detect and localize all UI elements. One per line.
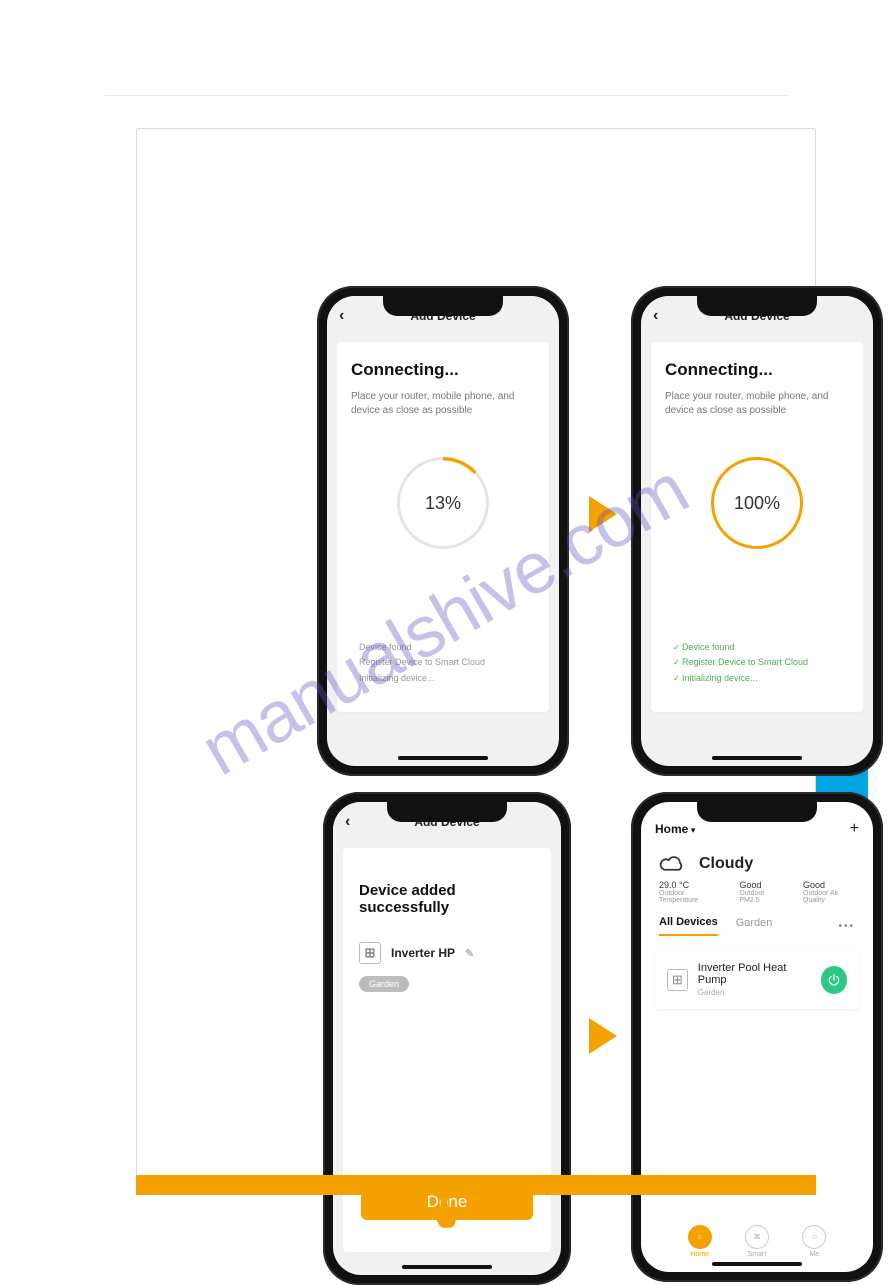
weather-label: Cloudy — [699, 855, 753, 873]
tap-hand-icon — [434, 1196, 460, 1230]
progress-steps: Device found Register Device to Smart Cl… — [359, 640, 535, 686]
weather-row: Cloudy — [641, 844, 873, 876]
back-icon[interactable]: ‹ — [339, 307, 344, 325]
smart-icon: ⌘ — [745, 1225, 769, 1249]
metric-pm-label: Outdoor PM2.5 — [739, 890, 781, 904]
connecting-subtext: Place your router, mobile phone, and dev… — [665, 390, 849, 418]
metric-air-value: Good — [803, 880, 855, 890]
device-name: Inverter HP — [391, 946, 455, 960]
step-register-cloud: Register Device to Smart Cloud — [359, 655, 535, 670]
phone-notch — [387, 800, 507, 822]
device-icon — [667, 969, 688, 991]
step-initializing: Initializing device... — [673, 671, 849, 686]
progress-steps: Device found Register Device to Smart Cl… — [673, 640, 849, 686]
back-icon[interactable]: ‹ — [653, 307, 658, 325]
tabbar-home[interactable]: ⌂ Home — [688, 1225, 712, 1258]
edit-icon[interactable]: ✎ — [465, 947, 474, 960]
progress-ring: 13% — [397, 457, 489, 549]
room-chip[interactable]: Garden — [359, 976, 409, 992]
phone-notch — [383, 294, 503, 316]
step-initializing: Initializing device... — [359, 671, 535, 686]
phone-mock-connecting-13: ‹ Add Device Connecting... Place your ro… — [317, 286, 569, 776]
weather-metrics: 29.0 °C Outdoor Temperature Good Outdoor… — [641, 876, 873, 912]
device-card[interactable]: Inverter Pool Heat Pump Garden — [655, 950, 859, 1009]
connecting-heading: Connecting... — [665, 360, 849, 380]
tab-all-devices[interactable]: All Devices — [659, 916, 718, 936]
success-heading: Device added successfully — [359, 882, 535, 916]
add-icon[interactable]: + — [850, 820, 859, 838]
metric-temp-label: Outdoor Temperature — [659, 890, 717, 904]
power-button[interactable] — [821, 966, 847, 994]
device-name: Inverter Pool Heat Pump — [698, 962, 811, 986]
progress-ring: 100% — [711, 457, 803, 549]
metric-temp-value: 29.0 °C — [659, 880, 717, 890]
tab-garden[interactable]: Garden — [736, 917, 773, 935]
phone-notch — [697, 800, 817, 822]
step-device-found: Device found — [673, 640, 849, 655]
progress-percent: 13% — [397, 457, 489, 549]
back-icon[interactable]: ‹ — [345, 813, 350, 831]
connecting-heading: Connecting... — [351, 360, 535, 380]
tabbar-smart[interactable]: ⌘ Smart — [745, 1225, 769, 1258]
home-icon: ⌂ — [688, 1225, 712, 1249]
phone-mock-connecting-100: ‹ Add Device Connecting... Place your ro… — [631, 286, 883, 776]
device-room: Garden — [698, 988, 811, 997]
home-indicator — [402, 1265, 492, 1269]
phone-notch — [697, 294, 817, 316]
step-device-found: Device found — [359, 640, 535, 655]
footer-accent-bar — [136, 1175, 816, 1195]
tabbar-me[interactable]: ☺ Me — [802, 1225, 826, 1258]
phone-mock-home-dashboard: Home + Cloudy 29.0 °C Outdoor Temperatur… — [631, 792, 883, 1282]
home-indicator — [712, 756, 802, 760]
flow-arrow-icon — [589, 1018, 617, 1054]
more-icon[interactable]: ••• — [838, 921, 855, 932]
connecting-card: Connecting... Place your router, mobile … — [651, 342, 863, 712]
connecting-subtext: Place your router, mobile phone, and dev… — [351, 390, 535, 418]
home-dropdown[interactable]: Home — [655, 822, 695, 836]
home-indicator — [398, 756, 488, 760]
device-row[interactable]: Inverter HP ✎ — [359, 942, 535, 964]
device-icon — [359, 942, 381, 964]
cloud-icon — [659, 854, 687, 874]
bottom-tabbar: ⌂ Home ⌘ Smart ☺ Me — [641, 1219, 873, 1258]
metric-pm-value: Good — [739, 880, 781, 890]
connecting-card: Connecting... Place your router, mobile … — [337, 342, 549, 712]
step-register-cloud: Register Device to Smart Cloud — [673, 655, 849, 670]
progress-percent: 100% — [711, 457, 803, 549]
page-divider — [105, 95, 788, 96]
flow-arrow-icon — [589, 496, 617, 532]
metric-air-label: Outdoor Air Quality — [803, 890, 855, 904]
device-tabs: All Devices Garden ••• — [641, 912, 873, 936]
phone-mock-device-added: ‹ Add Device Device added successfully I… — [323, 792, 571, 1285]
me-icon: ☺ — [802, 1225, 826, 1249]
illustration-frame: ‹ Add Device Connecting... Place your ro… — [136, 128, 816, 1180]
